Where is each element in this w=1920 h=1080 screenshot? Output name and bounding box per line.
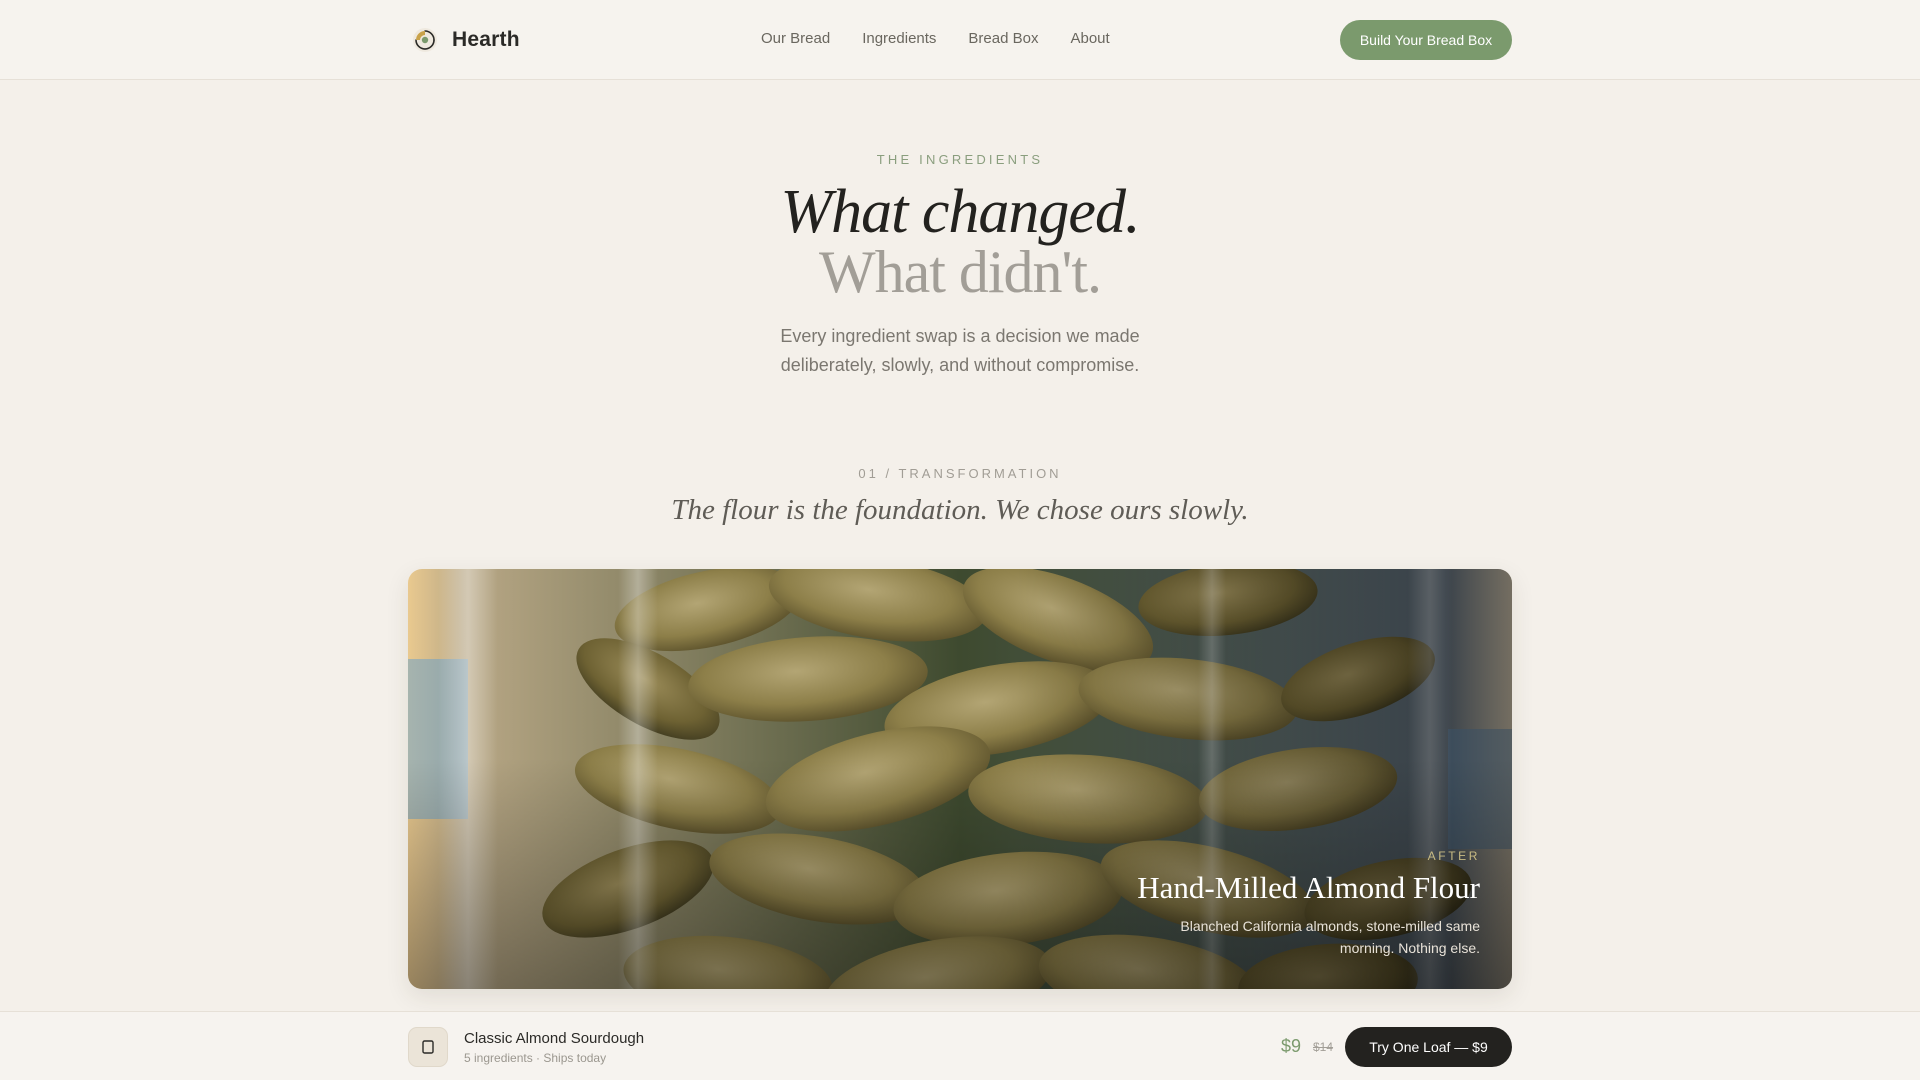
brand-logo-link[interactable]: Hearth <box>412 24 520 56</box>
product-thumbnail <box>408 1027 448 1067</box>
bread-loaf-icon <box>422 1040 434 1054</box>
current-price: $9 <box>1281 1036 1302 1056</box>
site-header: Hearth Our Bread Ingredients Bread Box A… <box>0 0 1920 80</box>
hero-eyebrow: THE INGREDIENTS <box>876 152 1044 167</box>
feature-card-tag: AFTER <box>1427 849 1480 863</box>
nav-about[interactable]: About <box>1070 30 1109 47</box>
section-label: 01 / TRANSFORMATION <box>858 466 1062 481</box>
ingredient-feature-card: AFTER Hand-Milled Almond Flour Blanched … <box>408 569 1512 989</box>
nav-bread-box[interactable]: Bread Box <box>968 30 1038 47</box>
original-price: $14 <box>1313 1040 1334 1054</box>
nav-our-bread[interactable]: Our Bread <box>761 30 830 47</box>
build-bread-box-button[interactable]: Build Your Bread Box <box>1340 20 1512 60</box>
hero-headline-secondary: What didn't. <box>818 239 1102 305</box>
section-title: The flour is the foundation. We chose ou… <box>671 494 1249 526</box>
nav-ingredients[interactable]: Ingredients <box>862 30 936 47</box>
try-one-loaf-button[interactable]: Try One Loaf — $9 <box>1345 1027 1512 1067</box>
sticky-purchase-bar: Classic Almond Sourdough 5 ingredients ·… <box>0 1011 1920 1080</box>
feature-card-title: Hand-Milled Almond Flour <box>1137 870 1480 905</box>
product-meta: 5 ingredients · Ships today <box>464 1051 607 1065</box>
brand-name: Hearth <box>452 28 520 51</box>
feature-card-caption: AFTER Hand-Milled Almond Flour Blanched … <box>1040 849 1480 959</box>
main-nav: Our Bread Ingredients Bread Box About <box>761 30 1110 47</box>
product-name: Classic Almond Sourdough <box>464 1030 645 1047</box>
sunburst-logo-icon <box>413 28 437 52</box>
hero-lede: Every ingredient swap is a decision we m… <box>780 326 1140 375</box>
feature-card-description: Blanched California almonds, stone-mille… <box>1180 918 1480 956</box>
